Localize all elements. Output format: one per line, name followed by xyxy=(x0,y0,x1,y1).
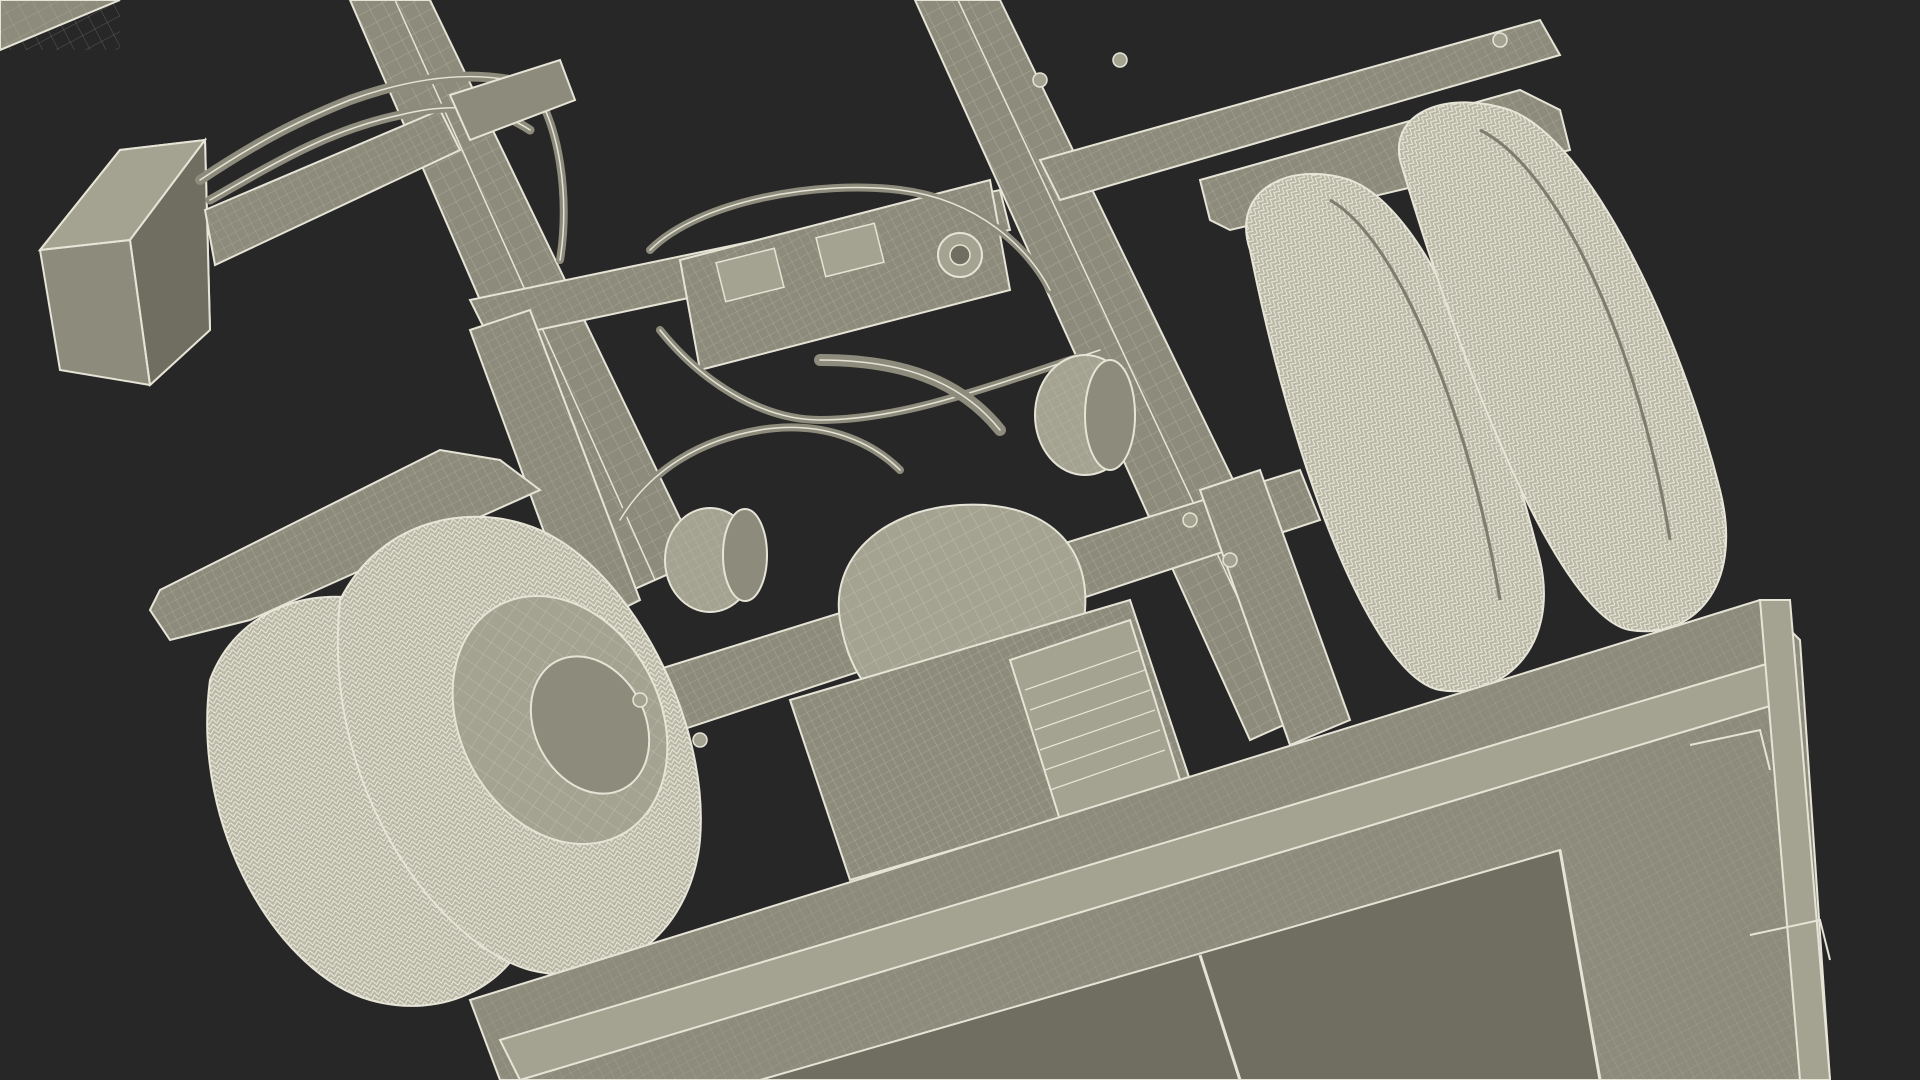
chassis-wireframe-render xyxy=(0,0,1920,1080)
render-viewport xyxy=(0,0,1920,1080)
frame-fragment-top-left xyxy=(0,0,121,52)
brake-air-chamber-left xyxy=(664,507,768,613)
brake-air-chamber-right xyxy=(1034,354,1136,476)
